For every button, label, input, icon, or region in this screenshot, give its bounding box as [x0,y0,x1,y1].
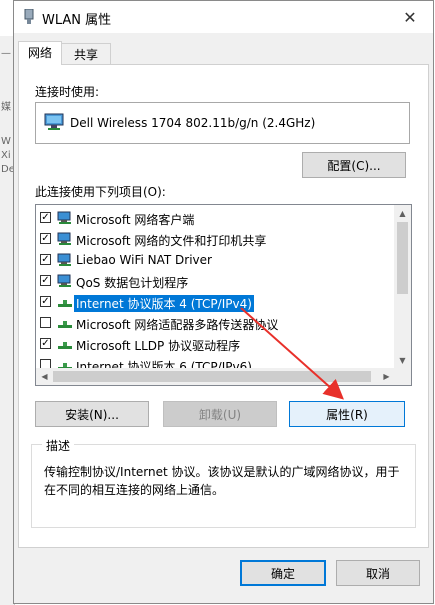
list-item[interactable]: ✓ Liebao WiFi NAT Driver [36,250,391,271]
wlan-properties-dialog: WLAN 属性 ✕ 网络 共享 连接时使用: Dell Wireless 170… [13,0,434,604]
background-text: — [1,48,11,59]
driver-icon [57,253,71,266]
list-item[interactable]: Microsoft 网络适配器多路传送器协议 [36,313,391,334]
item-checkbox[interactable]: ✓ [40,296,51,307]
item-label: Microsoft 网络的文件和打印机共享 [76,234,267,248]
item-label: Internet 协议版本 4 (TCP/IPv4) [73,294,255,313]
list-item[interactable]: ✓ Microsoft 网络客户端 [36,208,391,229]
protocol-icon [58,342,72,349]
configure-button[interactable]: 配置(C)... [302,152,406,178]
description-text: 传输控制协议/Internet 协议。该协议是默认的广域网络协议，用于在不同的相… [44,465,400,497]
install-button[interactable]: 安装(N)... [35,401,149,427]
adapter-name: Dell Wireless 1704 802.11b/g/n (2.4GHz) [70,116,316,130]
list-item[interactable]: ✓ Microsoft LLDP 协议驱动程序 [36,334,391,355]
button-label: 属性(R) [326,407,368,422]
ok-button[interactable]: 确定 [240,560,326,586]
item-checkbox[interactable]: ✓ [40,338,51,349]
scrollbar-corner [394,368,411,385]
qos-icon [57,274,71,287]
close-icon: ✕ [403,7,417,27]
button-label: 卸载(U) [198,407,242,422]
list-item[interactable]: ✓ QoS 数据包计划程序 [36,271,391,292]
scroll-right-arrow-icon[interactable]: ▶ [378,368,395,385]
protocol-icon [58,300,72,307]
vertical-scrollbar[interactable]: ▲ ▼ [394,205,411,369]
scroll-down-arrow-icon[interactable]: ▼ [394,352,411,369]
background-text: W [1,136,11,147]
wifi-adapter-icon [24,9,34,24]
adapter-display: Dell Wireless 1704 802.11b/g/n (2.4GHz) [35,102,410,144]
scroll-up-arrow-icon[interactable]: ▲ [394,205,411,222]
network-client-icon [57,211,71,224]
background-text: Xi [1,150,11,161]
item-checkbox[interactable]: ✓ [40,212,51,223]
tab-network[interactable]: 网络 [18,41,62,65]
button-label: 安装(N)... [65,407,119,422]
horizontal-scroll-thumb[interactable] [53,371,371,382]
item-label: Liebao WiFi NAT Driver [76,253,212,267]
button-label: 配置(C)... [327,158,381,173]
button-label: 确定 [270,566,295,581]
file-share-icon [57,232,71,245]
list-item-selected[interactable]: ✓ Internet 协议版本 4 (TCP/IPv4) [36,292,391,313]
item-checkbox[interactable]: ✓ [40,275,51,286]
item-label: Microsoft LLDP 协议驱动程序 [76,339,241,353]
cancel-button[interactable]: 取消 [336,560,420,586]
network-adapter-icon [44,113,64,130]
description-group: 描述 传输控制协议/Internet 协议。该协议是默认的广域网络协议，用于在不… [31,437,416,528]
item-checkbox[interactable] [40,317,51,328]
network-tab-panel: 连接时使用: Dell Wireless 1704 802.11b/g/n (2… [18,64,429,548]
tab-label: 网络 [27,46,52,60]
window-title: WLAN 属性 [42,13,112,28]
description-title: 描述 [42,437,75,454]
properties-button[interactable]: 属性(R) [289,401,405,427]
tab-sharing[interactable]: 共享 [61,43,111,65]
scroll-left-arrow-icon[interactable]: ◀ [36,368,53,385]
uninstall-button[interactable]: 卸载(U) [163,401,277,427]
horizontal-scrollbar[interactable]: ◀ ▶ [36,368,395,385]
protocol-icon [58,321,72,328]
title-bar: WLAN 属性 ✕ [14,1,433,33]
item-checkbox[interactable]: ✓ [40,233,51,244]
vertical-scroll-thumb[interactable] [397,222,408,294]
close-button[interactable]: ✕ [387,1,433,33]
tab-label: 共享 [73,48,98,62]
list-item[interactable]: ✓ Microsoft 网络的文件和打印机共享 [36,229,391,250]
connect-using-label: 连接时使用: [35,85,100,99]
items-label: 此连接使用下列项目(O): [35,185,166,199]
item-label: QoS 数据包计划程序 [76,276,189,290]
item-label: Microsoft 网络客户端 [76,213,195,227]
item-checkbox[interactable]: ✓ [40,254,51,265]
connection-items-list[interactable]: ✓ Microsoft 网络客户端 ✓ Microsoft 网络的文件和打印机共… [35,204,412,386]
button-label: 取消 [365,566,390,581]
item-label: Microsoft 网络适配器多路传送器协议 [76,318,279,332]
background-text: 媒 [1,102,11,113]
